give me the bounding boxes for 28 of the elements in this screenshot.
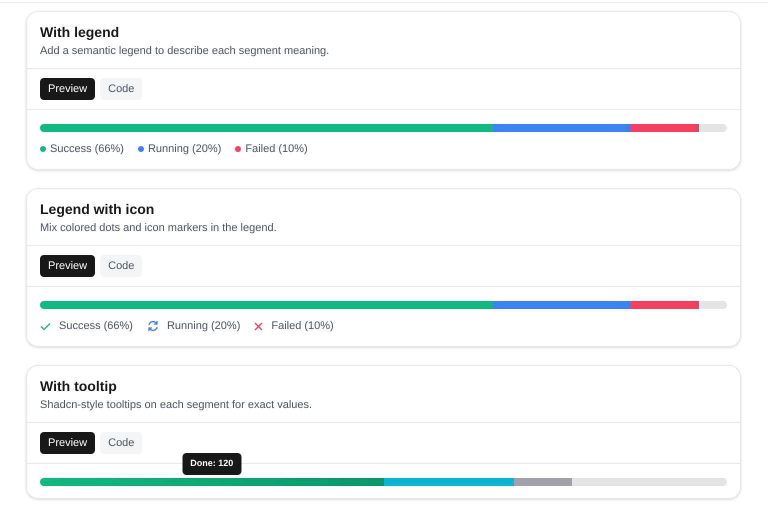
progress-segment[interactable] bbox=[630, 124, 700, 132]
tab[interactable]: Code bbox=[100, 78, 142, 100]
tab[interactable]: Preview bbox=[40, 255, 96, 277]
progress-segment[interactable] bbox=[493, 124, 631, 132]
legend-label: Failed (10%) bbox=[271, 319, 334, 333]
progress-segment[interactable] bbox=[40, 301, 494, 309]
tab[interactable]: Preview bbox=[40, 432, 96, 454]
legend-label: Running (20%) bbox=[166, 319, 240, 333]
legend-label: Failed (10%) bbox=[245, 142, 308, 156]
progress-segment[interactable] bbox=[40, 478, 384, 486]
card-description: Shadcn-style tooltips on each segment for exact values. bbox=[40, 398, 314, 412]
progress-segment[interactable] bbox=[384, 478, 514, 486]
card-title: With legend bbox=[40, 23, 120, 41]
card-description: Add a semantic legend to describe each segment meaning. bbox=[40, 44, 330, 58]
legend-label: Success (66%) bbox=[50, 142, 124, 156]
legend-label: Success (66%) bbox=[59, 319, 133, 333]
card-title: With tooltip bbox=[40, 377, 118, 395]
progress-segment[interactable] bbox=[514, 478, 572, 486]
card-title: Legend with icon bbox=[40, 200, 156, 218]
progress-segment[interactable] bbox=[630, 301, 700, 309]
progress-segment[interactable] bbox=[493, 301, 631, 309]
card-description: Mix colored dots and icon markers in the legend. bbox=[40, 221, 278, 235]
tab[interactable]: Code bbox=[100, 255, 142, 277]
tooltip: Done: 120 bbox=[182, 453, 242, 474]
tab[interactable]: Preview bbox=[40, 78, 96, 100]
progress-segment[interactable] bbox=[40, 124, 494, 132]
legend-label: Running (20%) bbox=[148, 142, 222, 156]
tab[interactable]: Code bbox=[100, 432, 142, 454]
